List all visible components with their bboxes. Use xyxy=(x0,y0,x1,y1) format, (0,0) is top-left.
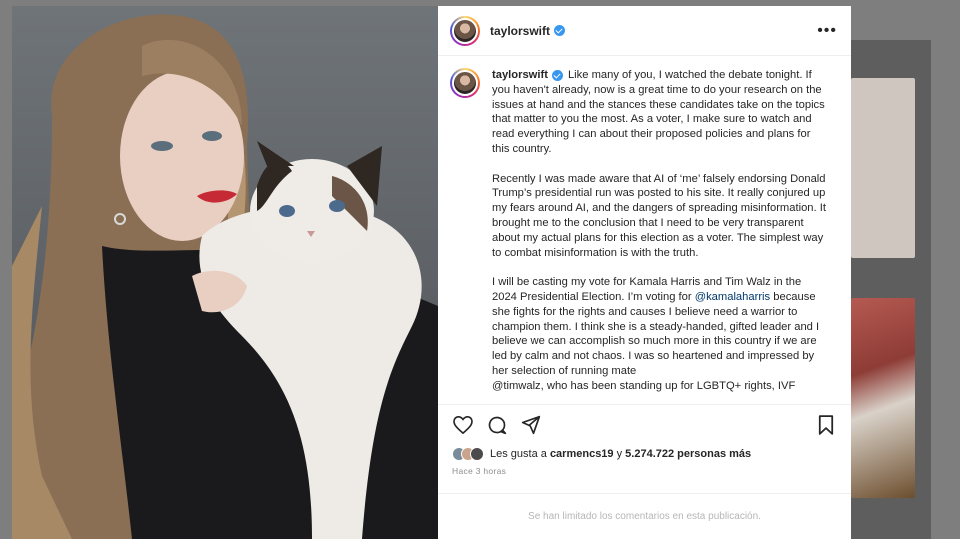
verified-badge-icon xyxy=(551,69,563,81)
liker-avatars xyxy=(452,447,484,461)
caption-username[interactable]: taylorswift xyxy=(492,69,548,81)
bookmark-icon[interactable] xyxy=(815,414,837,436)
comments-limited-notice: Se han limitado los comentarios en esta … xyxy=(438,493,851,539)
liker-username[interactable]: carmencs19 xyxy=(550,448,614,460)
post-timestamp[interactable]: Hace 3 horas xyxy=(438,464,851,482)
comment-icon[interactable] xyxy=(486,414,508,436)
action-bar xyxy=(438,404,851,444)
more-options-icon[interactable]: ••• xyxy=(817,22,837,39)
caption-area[interactable]: taylorswift Like many of you, I watched t… xyxy=(438,56,851,404)
background-thumbnail xyxy=(851,298,915,498)
verified-badge-icon xyxy=(554,25,566,36)
caption-text-segment: because she fights for the rights and ca… xyxy=(492,290,820,377)
caption-paragraph-2: Recently I was made aware that AI of ‘me… xyxy=(492,172,826,259)
caption-paragraph: taylorswift Like many of you, I watched t… xyxy=(492,68,827,157)
avatar xyxy=(470,447,484,461)
heart-icon[interactable] xyxy=(452,414,474,436)
avatar[interactable] xyxy=(450,68,480,98)
mention-link[interactable]: @kamalaharris xyxy=(695,291,770,303)
send-icon[interactable] xyxy=(520,414,542,436)
caption-text: taylorswift Like many of you, I watched t… xyxy=(492,68,827,404)
likes-joiner: y xyxy=(616,448,623,460)
post-header: taylorswift ••• xyxy=(438,6,851,56)
username-link[interactable]: taylorswift xyxy=(490,24,550,38)
likes-summary[interactable]: Les gusta a carmencs19 y 5.274.722 perso… xyxy=(438,444,851,464)
caption-paragraph-1: Like many of you, I watched the debate t… xyxy=(492,69,825,155)
post-panel: taylorswift ••• taylorswift Like many of … xyxy=(438,6,851,539)
background-thumbnail xyxy=(851,78,915,258)
caption-paragraph-3: I will be casting my vote for Kamala Har… xyxy=(492,275,827,393)
likes-prefix: Les gusta a xyxy=(490,448,547,460)
photo-illustration xyxy=(12,14,438,539)
post-photo xyxy=(12,6,438,539)
avatar[interactable] xyxy=(450,15,480,46)
likes-count[interactable]: 5.274.722 personas más xyxy=(625,448,751,460)
caption-text-segment: @timwalz, who has been standing up for L… xyxy=(492,379,796,392)
